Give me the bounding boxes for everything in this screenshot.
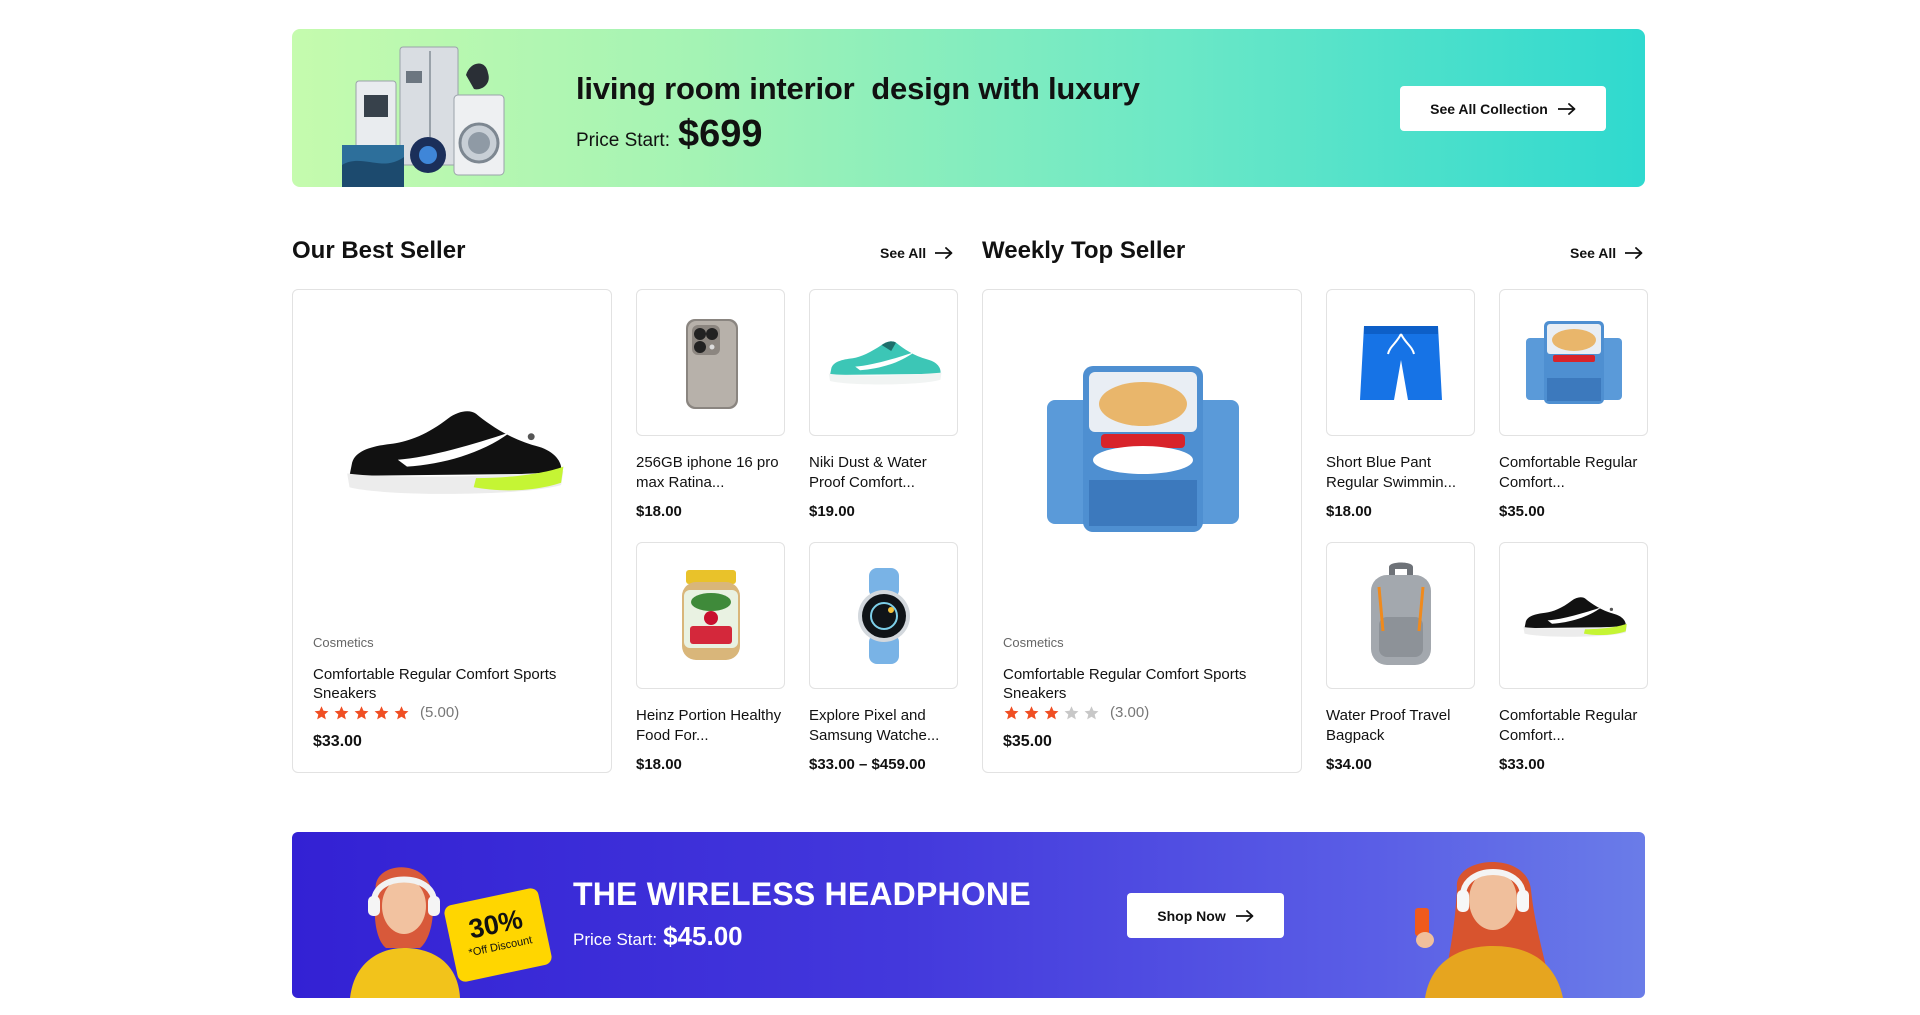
bottom-banner-title: THE WIRELESS HEADPHONE — [573, 876, 1031, 912]
rating-value: (5.00) — [420, 704, 460, 721]
product-card[interactable]: Comfortable Regular Comfort... $35.00 — [1499, 289, 1648, 520]
product-thumbnail[interactable] — [809, 289, 958, 436]
product-price: $34.00 — [1326, 756, 1372, 773]
price-start-label: Price Start: — [573, 930, 658, 949]
product-title[interactable]: Comfortable Regular Comfort Sports Sneak… — [313, 665, 598, 703]
product-price: $33.00 – $459.00 — [809, 756, 926, 773]
see-all-collection-label: See All Collection — [1430, 100, 1548, 117]
product-card[interactable]: Explore Pixel and Samsung Watche... $33.… — [809, 542, 958, 773]
promo-banner-bottom[interactable]: 30% *Off Discount THE WIRELESS HEADPHONE… — [292, 832, 1645, 998]
featured-product-card[interactable]: Cosmetics Comfortable Regular Comfort Sp… — [982, 289, 1302, 773]
product-price: $19.00 — [809, 503, 855, 520]
star-icon — [313, 705, 330, 721]
star-icon — [1023, 705, 1040, 721]
product-name[interactable]: Explore Pixel and Samsung Watche... — [809, 706, 958, 746]
product-card[interactable]: Heinz Portion Healthy Food For... $18.00 — [636, 542, 785, 773]
smartwatch-icon — [857, 567, 910, 664]
banner-price: Price Start: $699 — [576, 113, 763, 156]
product-name[interactable]: Heinz Portion Healthy Food For... — [636, 706, 785, 746]
product-image — [1003, 330, 1283, 570]
featured-product-card[interactable]: Cosmetics Comfortable Regular Comfort Sp… — [292, 289, 612, 773]
product-card[interactable]: Niki Dust & Water Proof Comfort... $19.0… — [809, 289, 958, 520]
arrow-right-icon — [1236, 910, 1254, 922]
product-rating: (3.00) — [1003, 704, 1149, 721]
shop-now-button[interactable]: Shop Now — [1127, 893, 1284, 938]
product-thumbnail[interactable] — [636, 289, 785, 436]
product-price: $35.00 — [1499, 503, 1545, 520]
weekly-top-see-all-link[interactable]: See All — [1570, 245, 1643, 261]
backpack-icon — [1370, 562, 1431, 665]
baby-food-jar-icon — [681, 569, 740, 660]
product-thumbnail[interactable] — [1326, 542, 1475, 689]
star-icon — [333, 705, 350, 721]
product-card[interactable]: 256GB iphone 16 pro max Ratina... $18.00 — [636, 289, 785, 520]
banner-headline: living room interior design with luxury — [576, 71, 1140, 106]
product-card[interactable]: Short Blue Pant Regular Swimmin... $18.0… — [1326, 289, 1475, 520]
product-card[interactable]: Comfortable Regular Comfort... $33.00 — [1499, 542, 1648, 773]
product-name[interactable]: Water Proof Travel Bagpack — [1326, 706, 1475, 746]
see-all-label: See All — [880, 245, 927, 261]
product-image — [313, 330, 593, 570]
sneaker-icon — [1519, 588, 1629, 644]
cheese-pack-icon — [1047, 366, 1239, 532]
star-empty-icon — [1083, 705, 1100, 721]
star-icon — [373, 705, 390, 721]
product-category: Cosmetics — [1003, 635, 1064, 650]
shop-now-label: Shop Now — [1157, 907, 1226, 924]
price-start-value: $699 — [677, 113, 763, 155]
shorts-icon — [1359, 325, 1442, 400]
sneaker-icon — [828, 340, 942, 384]
woman-with-phone-image — [1415, 861, 1563, 998]
product-name[interactable]: Comfortable Regular Comfort... — [1499, 706, 1648, 746]
price-start-label: Price Start: — [576, 130, 670, 151]
price-start-value: $45.00 — [663, 921, 743, 951]
product-thumbnail[interactable] — [1499, 289, 1648, 436]
arrow-right-icon — [1558, 103, 1576, 115]
product-rating: (5.00) — [313, 704, 459, 721]
product-category: Cosmetics — [313, 635, 374, 650]
product-price: $33.00 — [1499, 756, 1545, 773]
best-seller-see-all-link[interactable]: See All — [880, 245, 953, 261]
star-icon — [353, 705, 370, 721]
product-name[interactable]: Comfortable Regular Comfort... — [1499, 453, 1648, 493]
product-name[interactable]: 256GB iphone 16 pro max Ratina... — [636, 453, 785, 493]
product-name[interactable]: Short Blue Pant Regular Swimmin... — [1326, 453, 1475, 493]
product-title[interactable]: Comfortable Regular Comfort Sports Sneak… — [1003, 665, 1288, 703]
arrow-right-icon — [935, 247, 953, 259]
product-price: $18.00 — [636, 756, 682, 773]
product-price: $18.00 — [636, 503, 682, 520]
star-icon — [1003, 705, 1020, 721]
product-price: $35.00 — [1003, 733, 1052, 750]
product-thumbnail[interactable] — [1499, 542, 1648, 689]
home-appliances-image — [342, 46, 505, 187]
star-empty-icon — [1063, 705, 1080, 721]
product-price: $33.00 — [313, 733, 362, 750]
bottom-banner-price: Price Start: $45.00 — [573, 921, 743, 952]
sneaker-icon — [338, 393, 568, 508]
product-name[interactable]: Niki Dust & Water Proof Comfort... — [809, 453, 958, 493]
product-card[interactable]: Water Proof Travel Bagpack $34.00 — [1326, 542, 1475, 773]
best-seller-title: Our Best Seller — [292, 237, 466, 264]
see-all-label: See All — [1570, 245, 1617, 261]
product-price: $18.00 — [1326, 503, 1372, 520]
promo-banner-top[interactable]: living room interior design with luxury … — [292, 29, 1645, 187]
see-all-collection-button[interactable]: See All Collection — [1400, 86, 1606, 131]
rating-value: (3.00) — [1110, 704, 1150, 721]
star-icon — [393, 705, 410, 721]
arrow-right-icon — [1625, 247, 1643, 259]
star-icon — [1043, 705, 1060, 721]
product-thumbnail[interactable] — [636, 542, 785, 689]
product-thumbnail[interactable] — [809, 542, 958, 689]
smartphone-icon — [685, 318, 738, 409]
weekly-top-seller-title: Weekly Top Seller — [982, 237, 1186, 264]
product-thumbnail[interactable] — [1326, 289, 1475, 436]
cheese-pack-icon — [1525, 320, 1622, 404]
